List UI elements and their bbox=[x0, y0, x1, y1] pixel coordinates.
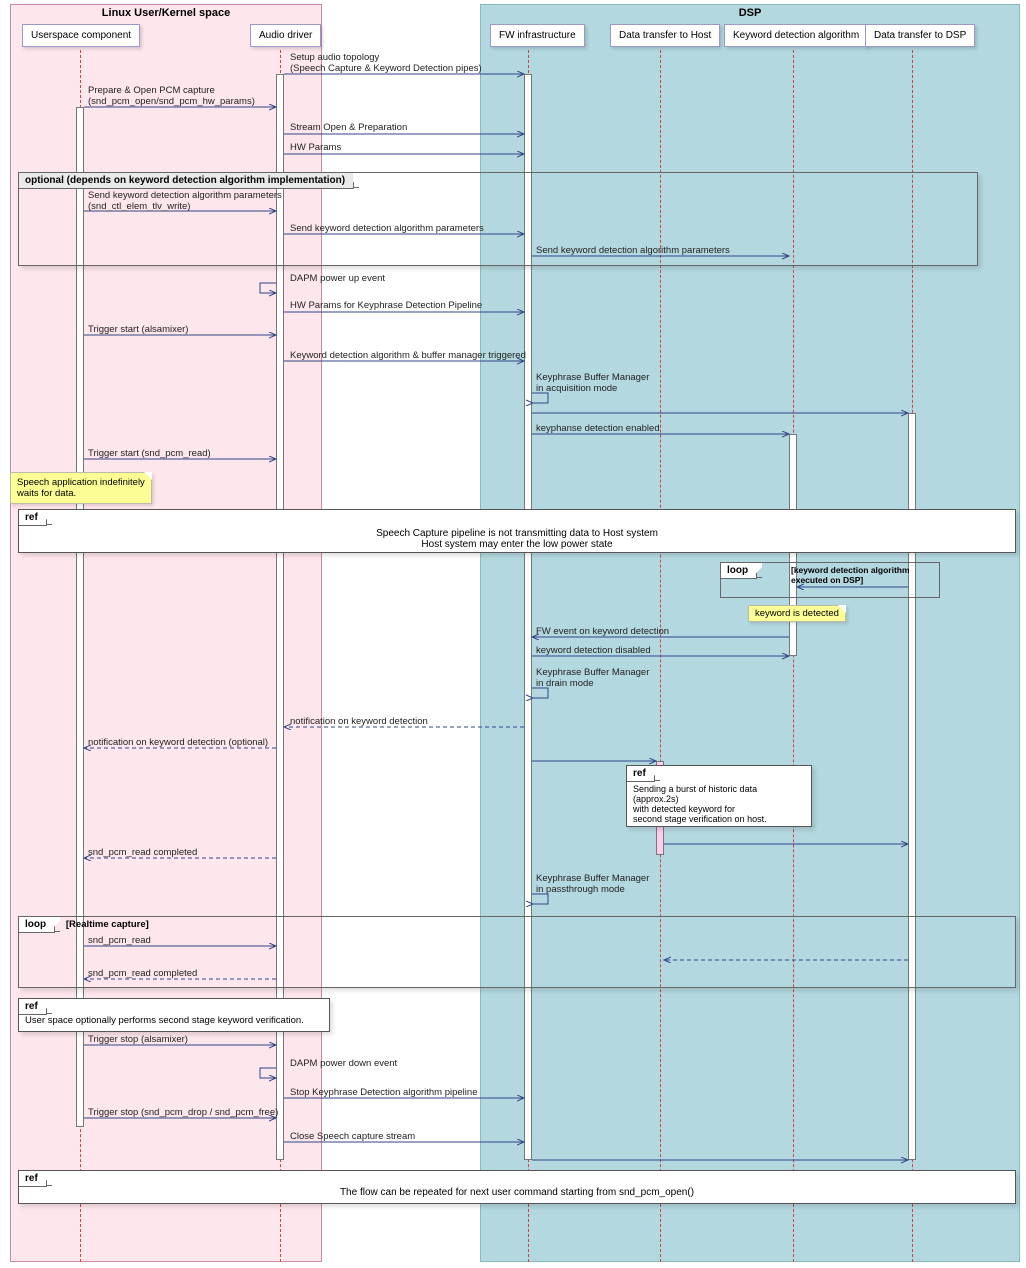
ref-burst: ref Sending a burst of historic data (ap… bbox=[626, 765, 812, 827]
ref-repeat-text: The flow can be repeated for next user c… bbox=[19, 1187, 1015, 1206]
ref-verify: ref User space optionally performs secon… bbox=[18, 998, 330, 1032]
msg-kwd-disable: keyword detection disabled bbox=[536, 645, 651, 656]
msg-trig-read: Trigger start (snd_pcm_read) bbox=[88, 448, 211, 459]
realtime-guard: [Realtime capture] bbox=[58, 919, 149, 930]
fragment-loop-kwd: loop [keyword detection algorithmexecute… bbox=[720, 562, 940, 598]
ref-idle-text: Speech Capture pipeline is not transmitt… bbox=[19, 526, 1015, 558]
participant-kwd: Keyword detection algorithm bbox=[724, 24, 868, 47]
ref-idle-label: ref bbox=[19, 510, 47, 526]
realtime-label: loop bbox=[19, 917, 55, 933]
msg-kwd-trig: Keyword detection algorithm & buffer man… bbox=[290, 350, 526, 361]
ref-burst-label: ref bbox=[627, 766, 655, 782]
msg-stop-pipe: Stop Keyphrase Detection algorithm pipel… bbox=[290, 1087, 477, 1098]
msg-hw-params: HW Params bbox=[290, 142, 341, 153]
optional-label: optional (depends on keyword detection a… bbox=[19, 173, 354, 189]
group-linux-title: Linux User/Kernel space bbox=[11, 5, 321, 21]
msg-setup: Setup audio topology(Speech Capture & Ke… bbox=[290, 52, 482, 74]
msg-close-stream: Close Speech capture stream bbox=[290, 1131, 415, 1142]
msg-prepare: Prepare & Open PCM capture(snd_pcm_open/… bbox=[88, 85, 255, 107]
ref-verify-text: User space optionally performs second st… bbox=[19, 1015, 329, 1026]
msg-send-kwd-drv: Send keyword detection algorithm paramet… bbox=[290, 223, 484, 234]
note-detected: keyword is detected bbox=[748, 605, 846, 622]
msg-read-done: snd_pcm_read completed bbox=[88, 847, 197, 858]
fragment-optional: optional (depends on keyword detection a… bbox=[18, 172, 978, 266]
loop-kwd-guard: [keyword detection algorithmexecuted on … bbox=[783, 565, 910, 585]
participant-dthost: Data transfer to Host bbox=[610, 24, 720, 47]
msg-trig-alsa: Trigger start (alsamixer) bbox=[88, 324, 188, 335]
ref-burst-text: Sending a burst of historic data (approx… bbox=[627, 782, 811, 826]
participant-driver: Audio driver bbox=[250, 24, 321, 47]
msg-dapm-up: DAPM power up event bbox=[290, 273, 385, 284]
msg-send-kwd-fw: Send keyword detection algorithm paramet… bbox=[536, 245, 730, 256]
participant-dtdsp: Data transfer to DSP bbox=[865, 24, 975, 47]
ref-repeat: ref The flow can be repeated for next us… bbox=[18, 1170, 1016, 1204]
msg-send-kwd-user: Send keyword detection algorithm paramet… bbox=[88, 190, 282, 212]
msg-kbm-pass: Keyphrase Buffer Managerin passthrough m… bbox=[536, 873, 649, 895]
msg-dapm-down: DAPM power down event bbox=[290, 1058, 397, 1069]
msg-notif-drv: notification on keyword detection bbox=[290, 716, 428, 727]
ref-repeat-label: ref bbox=[19, 1171, 47, 1187]
msg-read-done2: snd_pcm_read completed bbox=[88, 968, 197, 979]
participant-fw: FW infrastructure bbox=[490, 24, 585, 47]
msg-trig-stop-pcm: Trigger stop (snd_pcm_drop / snd_pcm_fre… bbox=[88, 1107, 278, 1118]
msg-hw-kpd: HW Params for Keyphrase Detection Pipeli… bbox=[290, 300, 482, 311]
ref-verify-label: ref bbox=[19, 999, 47, 1015]
msg-kp-enable: keyphanse detection enabled bbox=[536, 423, 660, 434]
msg-kbm-acq: Keyphrase Buffer Managerin acquisition m… bbox=[536, 372, 649, 394]
msg-read: snd_pcm_read bbox=[88, 935, 151, 946]
loop-kwd-label: loop bbox=[721, 563, 757, 579]
ref-idle: ref Speech Capture pipeline is not trans… bbox=[18, 509, 1016, 553]
participant-userspace: Userspace component bbox=[22, 24, 140, 47]
msg-kbm-drain: Keyphrase Buffer Managerin drain mode bbox=[536, 667, 649, 689]
group-dsp-title: DSP bbox=[481, 5, 1019, 21]
note-wait: Speech application indefinitelywaits for… bbox=[10, 472, 152, 504]
msg-stream-open: Stream Open & Preparation bbox=[290, 122, 407, 133]
msg-trig-stop-alsa: Trigger stop (alsamixer) bbox=[88, 1034, 188, 1045]
msg-fw-evt: FW event on keyword detection bbox=[536, 626, 669, 637]
msg-notif-user: notification on keyword detection (optio… bbox=[88, 737, 268, 748]
